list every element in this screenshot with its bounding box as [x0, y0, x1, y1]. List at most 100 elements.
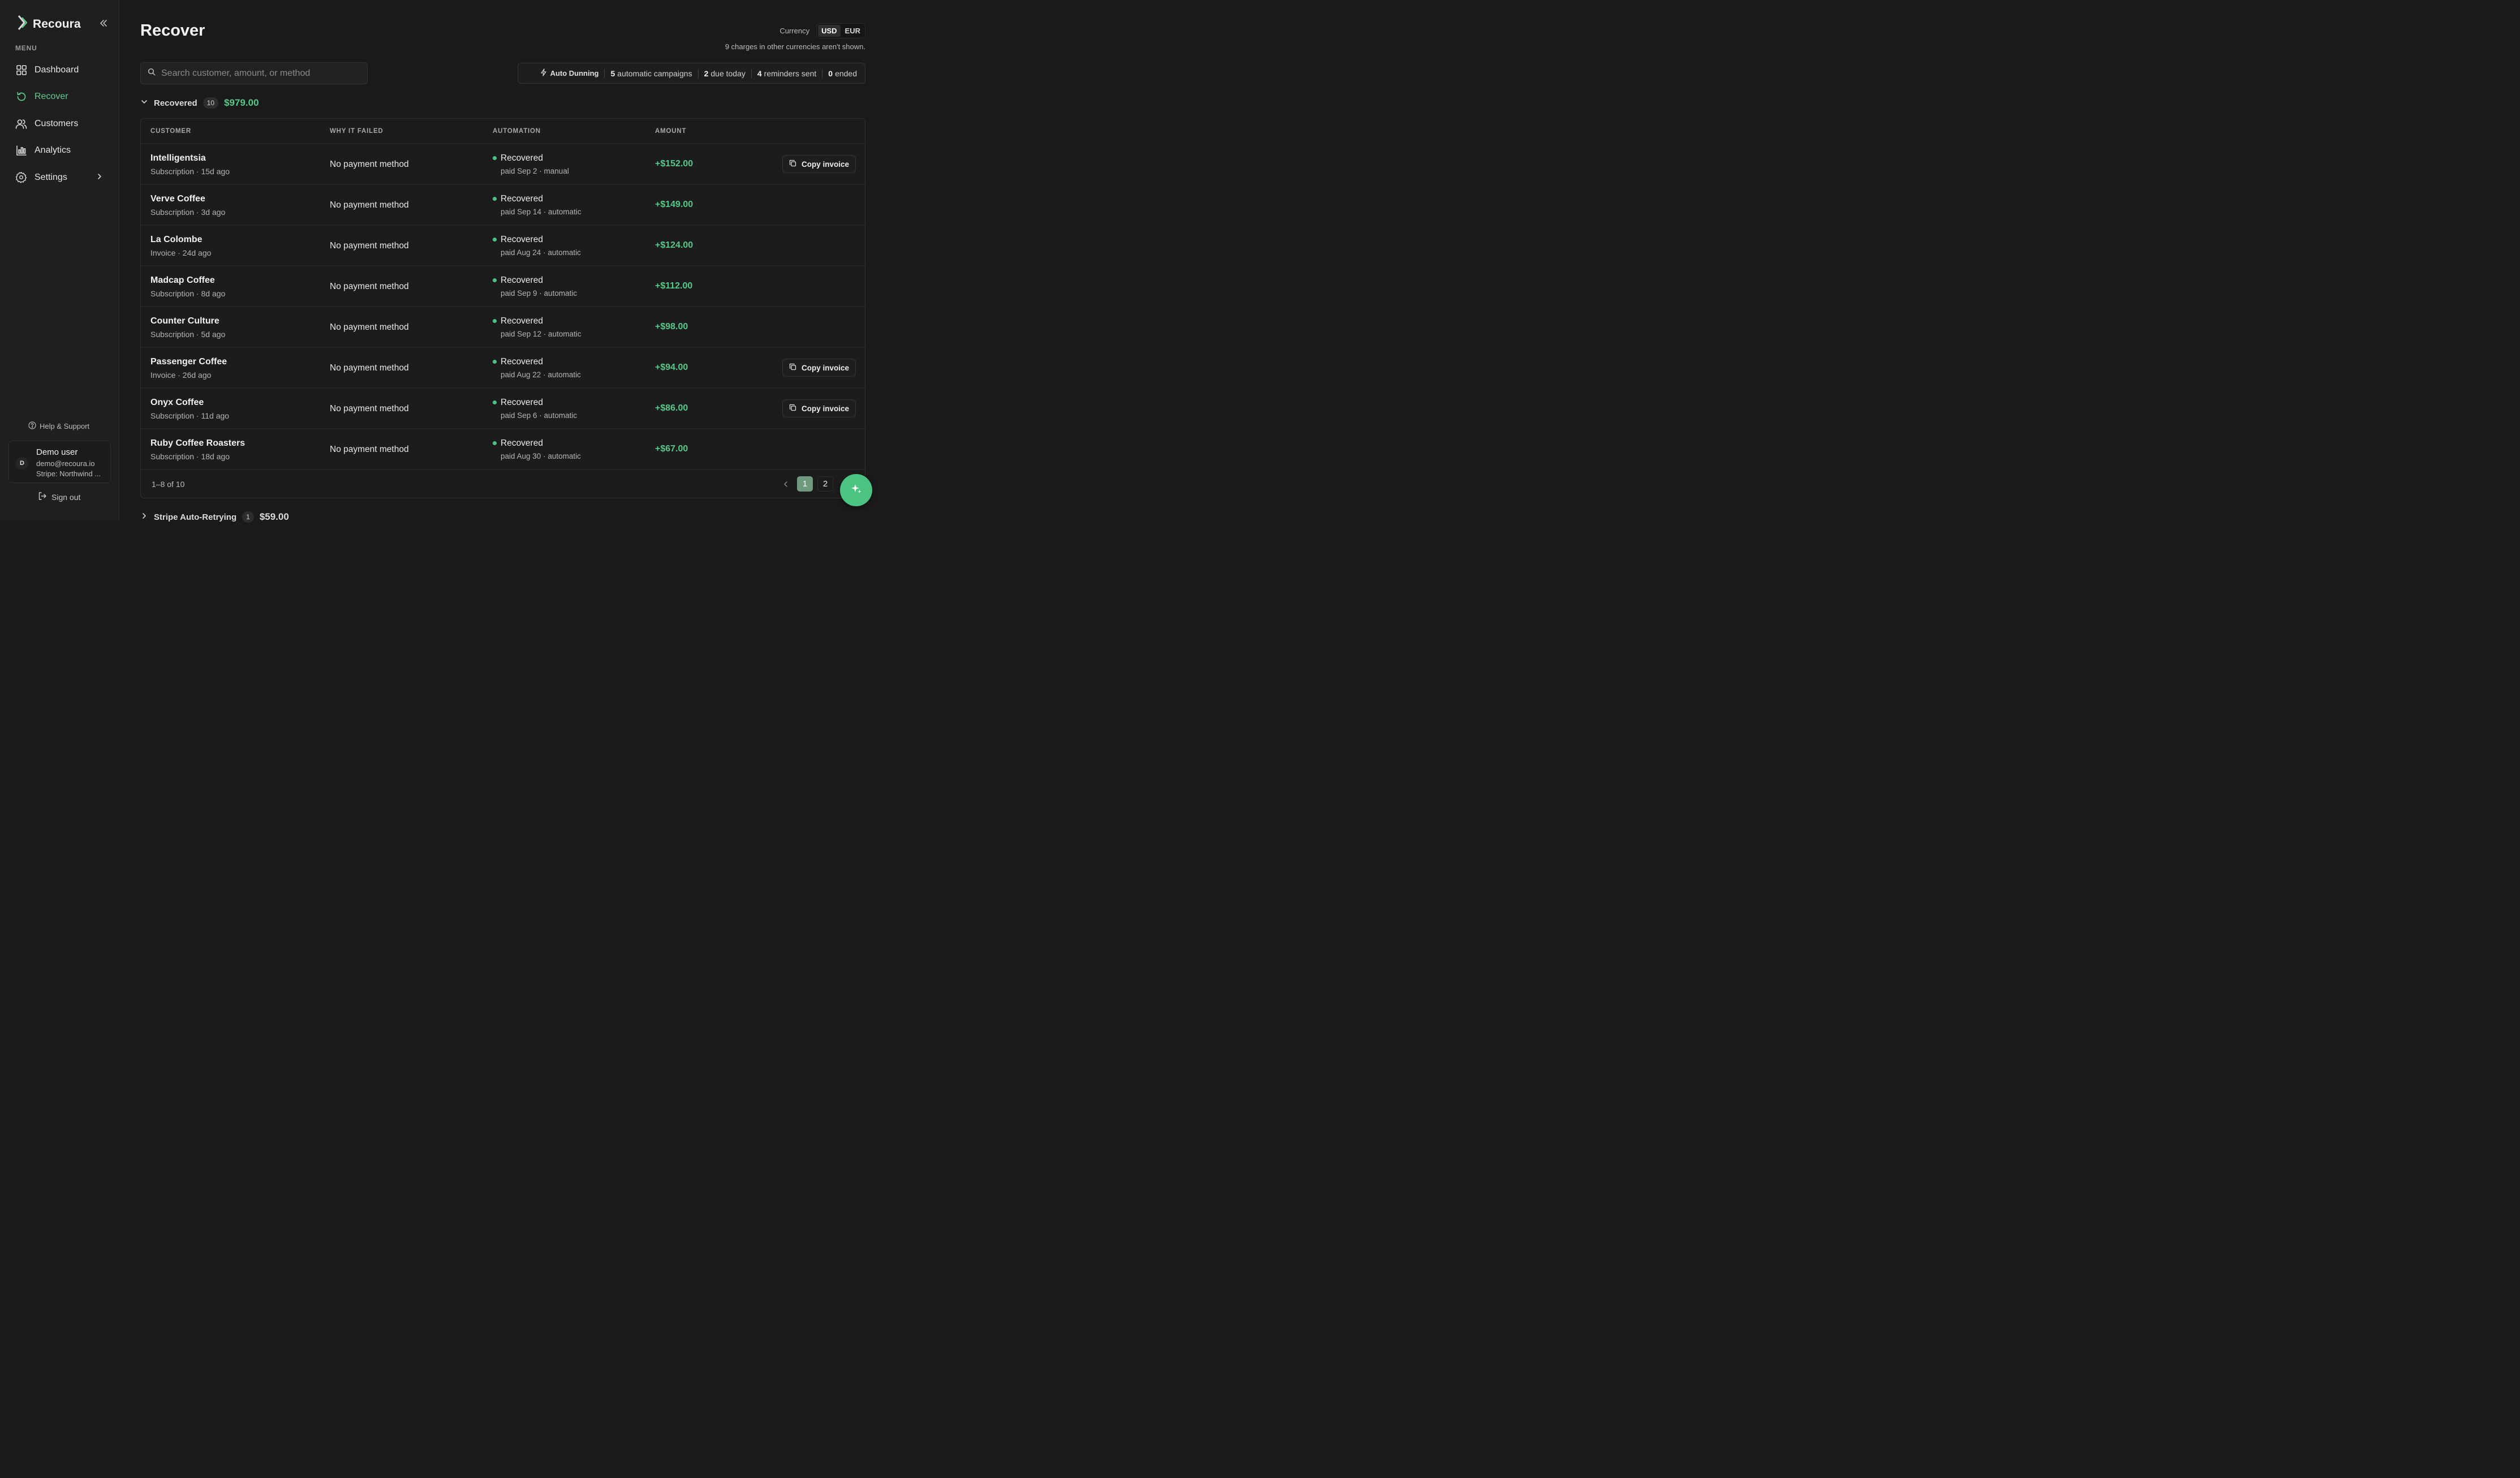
table-row[interactable]: La Colombe Invoice · 24d ago No payment …	[141, 225, 865, 266]
customer-meta: Invoice · 26d ago	[150, 370, 212, 380]
table-row[interactable]: Intelligentsia Subscription · 15d ago No…	[141, 144, 865, 184]
table-row[interactable]: Ruby Coffee Roasters Subscription · 18d …	[141, 429, 865, 469]
customer-meta: Subscription · 3d ago	[150, 208, 226, 217]
customer-meta: Subscription · 18d ago	[150, 452, 230, 461]
table-row[interactable]: Passenger Coffee Invoice · 26d ago No pa…	[141, 347, 865, 388]
ended-count: 0	[828, 68, 833, 78]
collapse-sidebar-icon[interactable]	[98, 18, 109, 28]
copy-icon	[789, 363, 796, 372]
automation-meta: paid Aug 24 · automatic	[501, 248, 581, 257]
customer-name[interactable]: La Colombe	[150, 235, 203, 245]
divider	[604, 68, 605, 78]
failure-reason: No payment method	[330, 404, 409, 413]
group-total: $979.00	[224, 97, 259, 108]
customer-name[interactable]: Passenger Coffee	[150, 357, 227, 367]
failure-reason: No payment method	[330, 445, 409, 454]
status-dot	[493, 319, 497, 323]
currency-option-eur[interactable]: EUR	[842, 25, 864, 37]
customer-name[interactable]: Ruby Coffee Roasters	[150, 438, 245, 449]
search-input[interactable]	[161, 68, 354, 79]
status-dot	[493, 197, 497, 201]
customer-name[interactable]: Verve Coffee	[150, 194, 205, 204]
automation-status: Recovered	[501, 275, 543, 285]
table-row[interactable]: Counter Culture Subscription · 5d ago No…	[141, 307, 865, 347]
customer-name[interactable]: Onyx Coffee	[150, 398, 204, 408]
status-dot	[493, 441, 497, 445]
failure-reason: No payment method	[330, 322, 409, 332]
auto-dunning-summary[interactable]: Auto Dunning 5 automatic campaigns 2 due t…	[518, 63, 865, 84]
copy-icon	[789, 160, 796, 169]
assistant-fab-button[interactable]	[840, 474, 872, 506]
help-support-label: Help & Support	[40, 422, 90, 430]
brand[interactable]: Recoura	[17, 15, 81, 33]
help-icon	[28, 421, 36, 431]
failure-reason: No payment method	[330, 363, 409, 373]
copy-invoice-label: Copy invoice	[802, 363, 850, 372]
automation-meta: paid Aug 30 · automatic	[501, 452, 581, 460]
sidebar-item-analytics[interactable]: Analytics	[0, 137, 119, 165]
group-total: $59.00	[259, 511, 289, 522]
amount: +$149.00	[655, 200, 693, 209]
group-count-badge: 10	[203, 97, 219, 109]
help-support-link[interactable]: Help & Support	[28, 421, 89, 431]
amount: +$152.00	[655, 159, 693, 169]
currency-option-usd[interactable]: USD	[818, 25, 841, 37]
customer-name[interactable]: Counter Culture	[150, 316, 219, 326]
sidebar-item-label: Settings	[35, 172, 67, 182]
reminders-count: 4	[757, 68, 762, 78]
copy-invoice-label: Copy invoice	[802, 404, 850, 413]
copy-invoice-button[interactable]: Copy invoice	[782, 155, 856, 173]
column-header-why-failed: WHY IT FAILED	[330, 128, 384, 135]
customer-meta: Invoice · 24d ago	[150, 248, 212, 257]
automation-status: Recovered	[501, 357, 543, 367]
user-stripe-account: Stripe: Northwind ...	[36, 469, 101, 478]
page-button-2[interactable]: 2	[817, 476, 833, 492]
divider	[697, 68, 699, 78]
automation-status: Recovered	[501, 316, 543, 326]
sidebar-item-settings[interactable]: Settings	[0, 164, 119, 191]
pagination: 1 2	[779, 476, 833, 492]
customer-meta: Subscription · 5d ago	[150, 330, 226, 339]
failure-reason: No payment method	[330, 241, 409, 251]
column-header-amount: AMOUNT	[655, 128, 687, 135]
failure-reason: No payment method	[330, 200, 409, 210]
search-bar[interactable]	[140, 62, 368, 84]
recovered-table: CUSTOMER WHY IT FAILED AUTOMATION AMOUNT…	[140, 118, 865, 498]
customer-name[interactable]: Intelligentsia	[150, 153, 206, 163]
group-header-recovered[interactable]: Recovered 10 $979.00	[140, 97, 259, 109]
auto-dunning-label: Auto Dunning	[550, 69, 599, 77]
sidebar-item-customers[interactable]: Customers	[0, 110, 119, 137]
group-header-stripe-auto-retrying[interactable]: Stripe Auto-Retrying 1 $59.00	[140, 511, 289, 523]
chevron-down-icon	[140, 98, 148, 109]
page-title: Recover	[140, 21, 205, 40]
dunning-due: 2 due today	[704, 69, 746, 78]
table-row[interactable]: Madcap Coffee Subscription · 8d ago No p…	[141, 266, 865, 307]
status-dot	[493, 400, 497, 404]
customer-meta: Subscription · 15d ago	[150, 167, 230, 176]
sign-out-button[interactable]: Sign out	[38, 492, 80, 502]
sidebar-nav: Dashboard Recover Customers Analytics Se…	[0, 57, 119, 191]
sidebar-item-recover[interactable]: Recover	[0, 84, 119, 111]
column-header-customer: CUSTOMER	[150, 128, 191, 135]
automation-meta: paid Sep 12 · automatic	[501, 330, 581, 338]
automation-meta: paid Sep 9 · automatic	[501, 289, 578, 298]
status-dot	[493, 238, 497, 242]
campaigns-count: 5	[610, 68, 615, 78]
copy-invoice-label: Copy invoice	[802, 160, 850, 169]
table-row[interactable]: Onyx Coffee Subscription · 11d ago No pa…	[141, 388, 865, 429]
copy-invoice-button[interactable]: Copy invoice	[782, 399, 856, 417]
page-button-1[interactable]: 1	[797, 476, 813, 492]
copy-invoice-button[interactable]: Copy invoice	[782, 359, 856, 377]
avatar: D	[16, 457, 28, 469]
dunning-campaigns: 5 automatic campaigns	[610, 69, 692, 78]
chevron-right-icon	[97, 173, 102, 183]
automation-meta: paid Sep 2 · manual	[501, 167, 569, 175]
customer-name[interactable]: Madcap Coffee	[150, 275, 215, 286]
chevron-left-icon[interactable]	[779, 477, 792, 492]
table-row[interactable]: Verve Coffee Subscription · 3d ago No pa…	[141, 184, 865, 225]
amount: +$86.00	[655, 403, 688, 413]
due-count: 2	[704, 68, 709, 78]
user-card[interactable]: D Demo user demo@recoura.io Stripe: Nort…	[8, 441, 111, 483]
automation-meta: paid Sep 6 · automatic	[501, 411, 578, 420]
sidebar-item-dashboard[interactable]: Dashboard	[0, 57, 119, 84]
